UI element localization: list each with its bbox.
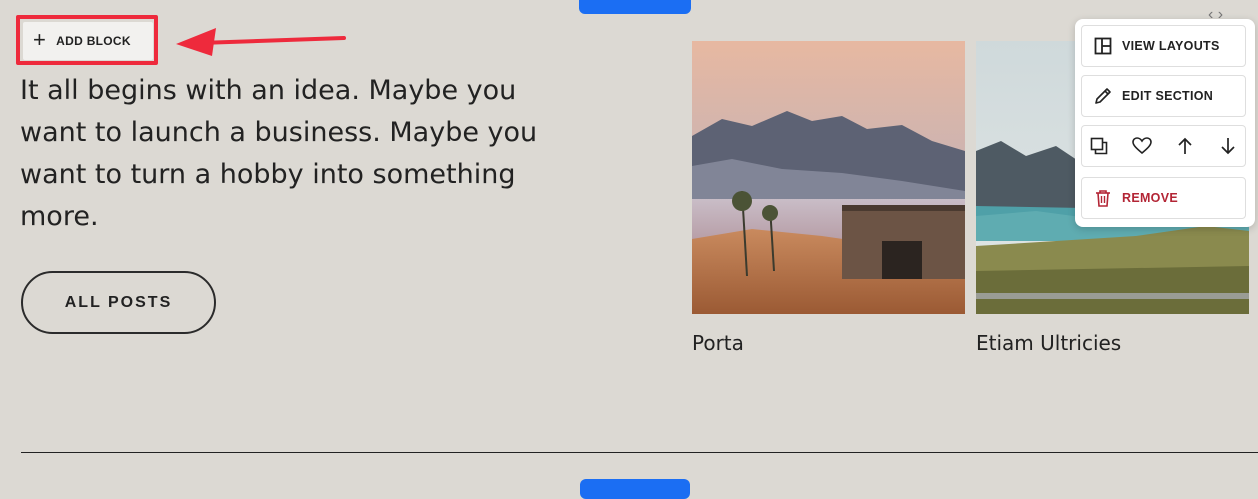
- view-layouts-label: VIEW LAYOUTS: [1122, 39, 1220, 53]
- edit-section-label: EDIT SECTION: [1122, 89, 1214, 103]
- intro-text: It all begins with an idea. Maybe you wa…: [20, 75, 538, 232]
- pencil-icon: [1095, 88, 1111, 104]
- post-title[interactable]: Etiam Ultricies: [976, 331, 1249, 355]
- duplicate-icon[interactable]: [1084, 131, 1114, 161]
- post-title[interactable]: Porta: [692, 331, 965, 355]
- arrow-down-icon[interactable]: [1213, 131, 1243, 161]
- layout-icon: [1094, 37, 1112, 55]
- remove-section-button[interactable]: REMOVE: [1081, 177, 1246, 219]
- trash-icon: [1096, 190, 1110, 207]
- plus-icon: +: [33, 27, 47, 52]
- add-section-tab-top[interactable]: [579, 0, 691, 14]
- post-card-porta[interactable]: Porta: [692, 41, 965, 355]
- post-image[interactable]: [692, 41, 965, 314]
- annotation-arrow-icon: [176, 28, 346, 56]
- section-menu-panel: VIEW LAYOUTS EDIT SECTION REMOVE: [1075, 19, 1255, 227]
- view-layouts-button[interactable]: VIEW LAYOUTS: [1081, 25, 1246, 67]
- section-divider: [21, 452, 1258, 453]
- all-posts-button[interactable]: ALL POSTS: [21, 271, 216, 334]
- section-actions-row: [1081, 125, 1246, 167]
- add-section-tab-bottom[interactable]: [580, 479, 690, 499]
- remove-label: REMOVE: [1122, 191, 1178, 205]
- arrow-up-icon[interactable]: [1170, 131, 1200, 161]
- edit-section-button[interactable]: EDIT SECTION: [1081, 75, 1246, 117]
- add-block-label: ADD BLOCK: [56, 34, 131, 48]
- heart-icon[interactable]: [1127, 131, 1157, 161]
- add-block-button[interactable]: + ADD BLOCK: [23, 22, 153, 60]
